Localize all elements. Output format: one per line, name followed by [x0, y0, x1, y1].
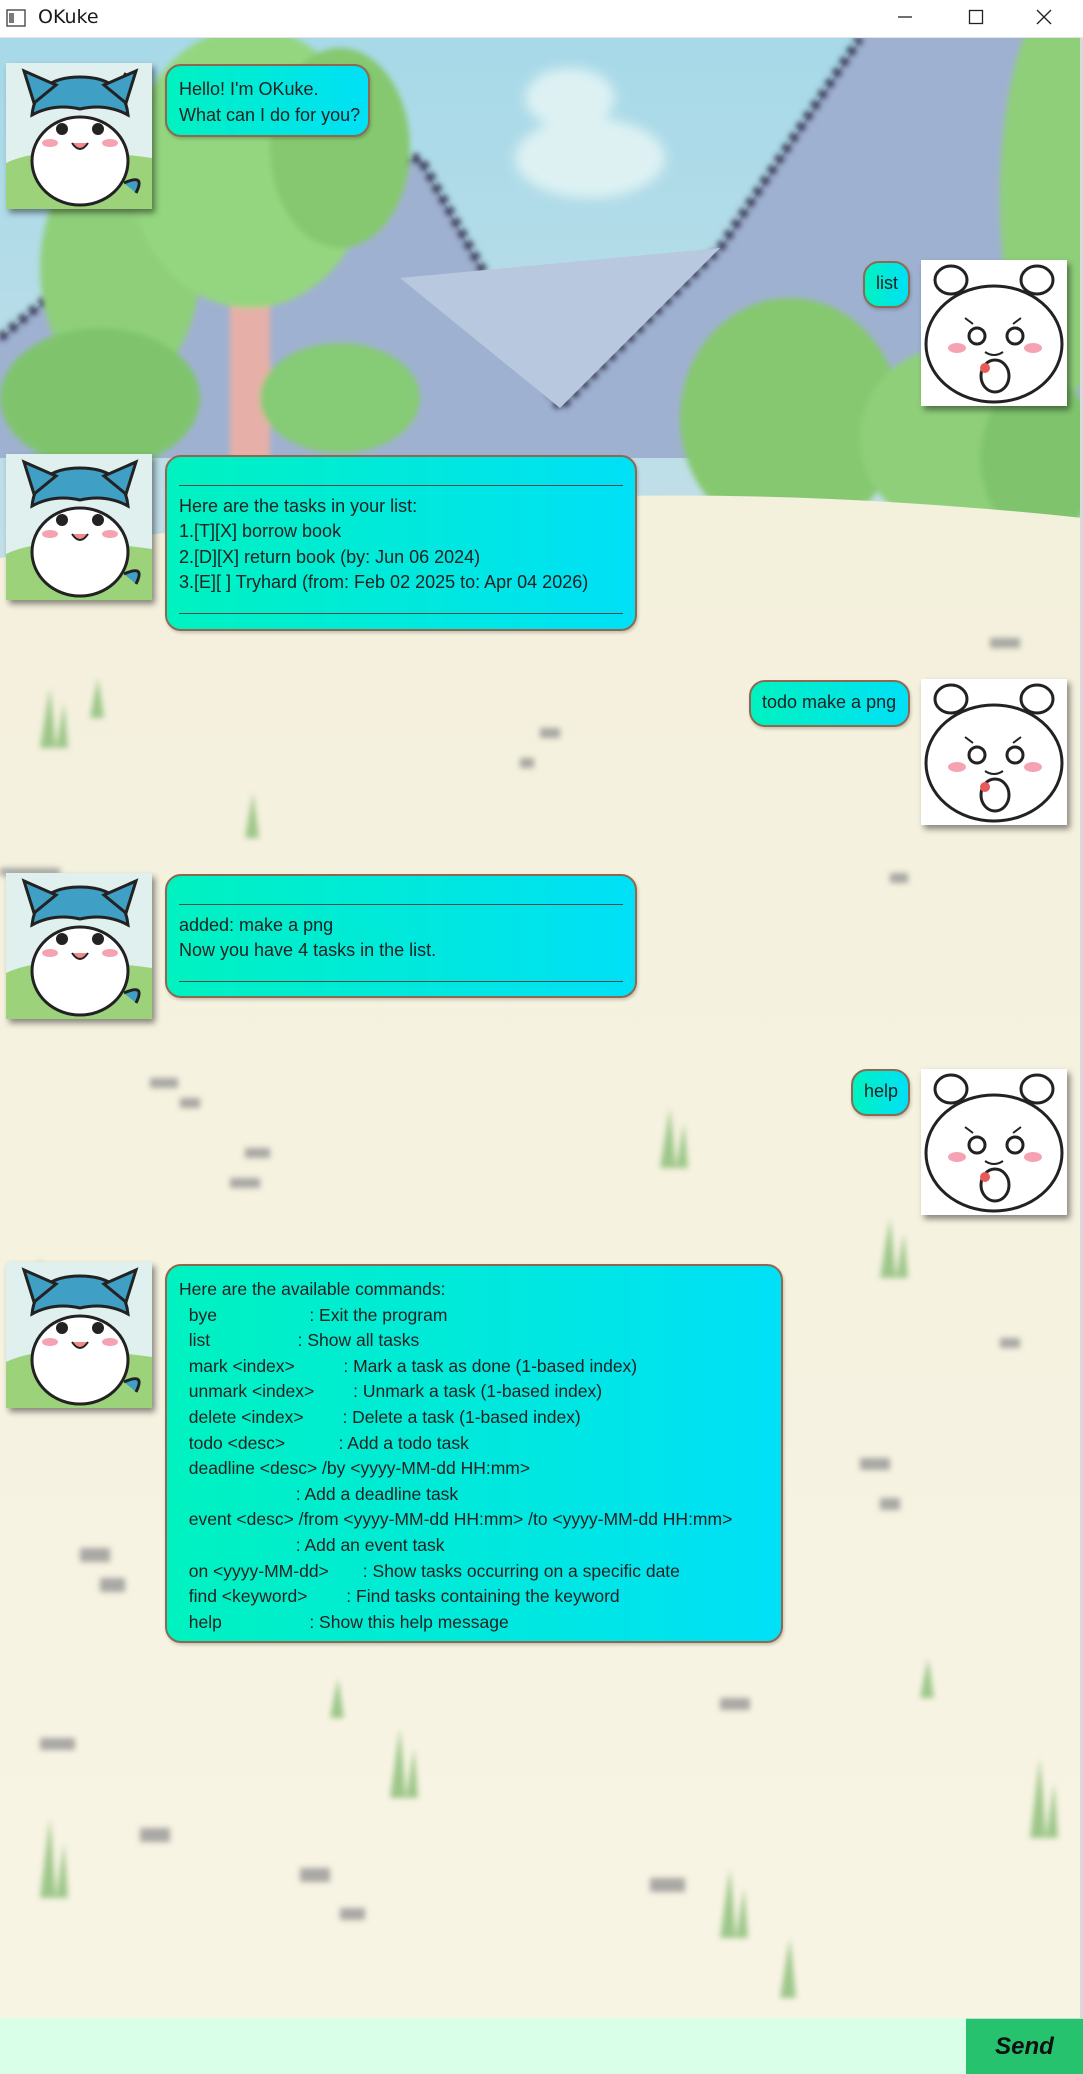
app-window-icon: [6, 9, 26, 27]
divider-line: [179, 887, 623, 913]
bot-avatar: [6, 63, 152, 209]
user-avatar: [921, 679, 1067, 825]
message-line: todo <desc> : Add a todo task: [179, 1432, 469, 1453]
window-title: OKuke: [38, 6, 99, 28]
bot-message-bubble: added: make a png Now you have 4 tasks i…: [165, 874, 637, 998]
message-line: Now you have 4 tasks in the list.: [179, 940, 437, 961]
bear-avatar-icon: [921, 679, 1067, 825]
message-line: bye : Exit the program: [179, 1304, 448, 1325]
bear-avatar-icon: [921, 1069, 1067, 1215]
minimize-button[interactable]: [873, 0, 937, 34]
message-line: Here are the available commands:: [179, 1279, 446, 1299]
divider-line: [179, 468, 623, 494]
maximize-icon: [968, 9, 984, 25]
message-line: todo make a png: [762, 692, 897, 712]
message-line: 1.[T][X] borrow book: [179, 521, 342, 542]
message-line: event <desc> /from <yyyy-MM-dd HH:mm> /t…: [179, 1509, 733, 1530]
user-message-bubble: todo make a png: [749, 680, 910, 727]
message-line: What can I do for you?: [179, 104, 361, 125]
user-avatar: [921, 260, 1067, 406]
title-bar: OKuke: [0, 0, 1083, 38]
maximize-button[interactable]: [944, 0, 1008, 34]
hachiware-cat-avatar-icon: [6, 1262, 152, 1408]
bot-message-bubble: Here are the available commands: bye : E…: [165, 1264, 783, 1643]
bot-avatar: [6, 454, 152, 600]
message-line: on <yyyy-MM-dd> : Show tasks occurring o…: [179, 1560, 680, 1581]
divider-line: [179, 964, 623, 990]
bot-avatar: [6, 1262, 152, 1408]
bot-message-bubble: Here are the tasks in your list: 1.[T][X…: [165, 455, 637, 631]
message-line: Hello! I'm OKuke.: [179, 79, 319, 99]
message-line: : Add an event task: [179, 1534, 445, 1555]
hachiware-cat-avatar-icon: [6, 873, 152, 1019]
message-line: list: [876, 273, 898, 293]
message-line: Here are the tasks in your list:: [179, 495, 418, 516]
close-icon: [1036, 9, 1052, 25]
message-line: delete <index> : Delete a task (1-based …: [179, 1406, 581, 1427]
message-line: : Add a deadline task: [179, 1483, 459, 1504]
bot-avatar: [6, 873, 152, 1019]
user-message-bubble: list: [863, 261, 910, 308]
message-line: help: [864, 1081, 899, 1101]
minimize-icon: [898, 16, 912, 18]
message-line: 2.[D][X] return book (by: Jun 06 2024): [179, 546, 481, 567]
message-line: help : Show this help message: [179, 1611, 509, 1632]
message-line: list : Show all tasks: [179, 1330, 420, 1351]
message-line: find <keyword> : Find tasks containing t…: [179, 1586, 620, 1607]
message-line: added: make a png: [179, 914, 334, 935]
user-message-bubble: help: [851, 1069, 910, 1116]
hachiware-cat-avatar-icon: [6, 63, 152, 209]
message-line: unmark <index> : Unmark a task (1-based …: [179, 1381, 603, 1402]
hachiware-cat-avatar-icon: [6, 454, 152, 600]
user-avatar: [921, 1069, 1067, 1215]
divider-line: [179, 596, 623, 622]
bot-message-bubble: Hello! I'm OKuke. What can I do for you?: [165, 64, 370, 137]
close-button[interactable]: [1012, 0, 1076, 34]
message-line: deadline <desc> /by <yyyy-MM-dd HH:mm>: [179, 1458, 531, 1479]
send-button[interactable]: Send: [966, 2018, 1083, 2074]
message-line: 3.[E][ ] Tryhard (from: Feb 02 2025 to: …: [179, 572, 589, 593]
message-input[interactable]: [0, 2018, 966, 2074]
message-line: mark <index> : Mark a task as done (1-ba…: [179, 1355, 638, 1376]
bear-avatar-icon: [921, 260, 1067, 406]
